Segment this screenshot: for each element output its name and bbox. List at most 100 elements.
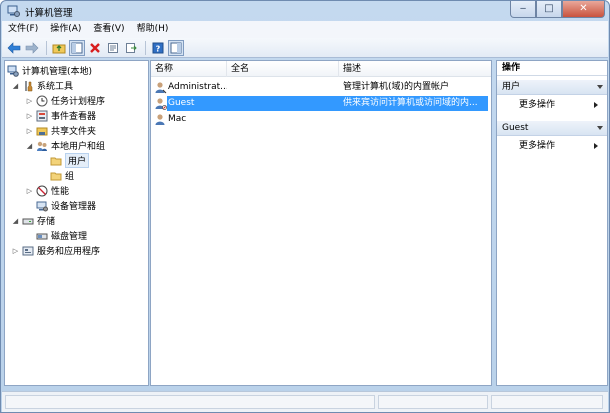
window-title: 计算机管理 [25, 8, 73, 19]
row-fullname [231, 80, 339, 95]
tree-label: 服务和应用程序 [37, 247, 101, 257]
tree-label: 系统工具 [37, 82, 74, 92]
action-label: 更多操作 [519, 141, 556, 151]
collapse-icon[interactable]: ◢ [11, 216, 20, 225]
tree-label: 磁盘管理 [51, 232, 88, 242]
menu-view[interactable]: 查看(V) [87, 21, 130, 38]
action-label: 更多操作 [519, 100, 556, 110]
tree-item-users[interactable]: 用户 [39, 153, 90, 168]
maximize-icon: □ [544, 3, 554, 14]
tree-label: 本地用户和组 [51, 142, 106, 152]
properties-button[interactable] [105, 40, 121, 56]
help-icon: ? [152, 42, 164, 53]
folder-icon [50, 170, 62, 182]
services-apps-icon [22, 245, 34, 257]
status-segment [491, 395, 603, 409]
forward-arrow-icon [25, 41, 39, 54]
toolbar-separator [145, 40, 146, 55]
expand-icon[interactable]: ▷ [25, 96, 34, 105]
forward-button[interactable] [24, 40, 40, 56]
table-row[interactable]: Administrat... 管理计算机(域)的内置帐户 [151, 80, 491, 95]
properties-icon [108, 42, 118, 53]
svg-text:?: ? [156, 44, 161, 53]
action-pane: 操作 用户 更多操作 Guest 更多操作 [496, 60, 608, 386]
tree-item-shared-folders[interactable]: ▷ 共享文件夹 [25, 123, 96, 138]
tree-item-task-scheduler[interactable]: ▷ 任务计划程序 [25, 93, 105, 108]
collapse-section-icon[interactable] [597, 126, 603, 133]
computer-management-icon [7, 65, 19, 77]
storage-icon [22, 215, 34, 227]
tree-label: 存储 [37, 217, 56, 227]
tree-label: 共享文件夹 [51, 127, 97, 137]
menu-action[interactable]: 操作(A) [44, 21, 87, 38]
submenu-arrow-icon [594, 102, 598, 108]
back-arrow-icon [7, 41, 21, 54]
tree-item-disk-management[interactable]: 磁盘管理 [25, 228, 87, 243]
minimize-icon: ‒ [519, 3, 527, 14]
minimize-button[interactable]: ‒ [510, 1, 536, 18]
status-segment [5, 395, 375, 409]
table-row[interactable]: Guest 供来宾访问计算机或访问域的内... [167, 96, 488, 111]
tree-item-device-manager[interactable]: 设备管理器 [25, 198, 96, 213]
help-button[interactable]: ? [150, 40, 166, 56]
expand-icon[interactable]: ▷ [25, 126, 34, 135]
menu-file[interactable]: 文件(F) [2, 21, 44, 38]
toolbar-separator [46, 40, 47, 55]
up-folder-icon [52, 44, 66, 53]
user-icon [154, 97, 167, 110]
user-icon [154, 113, 167, 126]
collapse-icon[interactable]: ◢ [11, 81, 20, 90]
collapse-section-icon[interactable] [597, 85, 603, 92]
menu-bar: 文件(F) 操作(A) 查看(V) 帮助(H) [2, 21, 608, 38]
submenu-arrow-icon [594, 143, 598, 149]
title-bar[interactable]: 计算机管理 ‒ □ ✕ [1, 1, 609, 21]
up-one-level-button[interactable] [51, 40, 67, 56]
action-pane-title: 操作 [497, 61, 607, 76]
column-header-name[interactable]: 名称 [151, 61, 227, 77]
tree-label: 计算机管理(本地) [22, 67, 93, 77]
show-hide-action-pane-button[interactable] [168, 39, 184, 56]
event-viewer-icon [36, 110, 48, 122]
tree-item-local-users-groups[interactable]: ◢ 本地用户和组 [25, 138, 105, 153]
tree-item-event-viewer[interactable]: ▷ 事件查看器 [25, 108, 96, 123]
table-row[interactable]: Mac [151, 112, 491, 127]
tree-item-performance[interactable]: ▷ 性能 [25, 183, 69, 198]
back-button[interactable] [6, 40, 22, 56]
delete-button[interactable] [87, 40, 103, 56]
toolbar: ? [2, 38, 608, 58]
row-fullname [231, 96, 339, 111]
tree-item-system-tools[interactable]: ◢ 系统工具 [11, 78, 73, 93]
users-group-icon [36, 140, 48, 152]
expand-icon[interactable]: ▷ [25, 186, 34, 195]
show-hide-console-tree-button[interactable] [69, 39, 85, 56]
tree-item-groups[interactable]: 组 [39, 168, 74, 183]
action-section-guest[interactable]: Guest [497, 121, 607, 136]
tree-label: 任务计划程序 [51, 97, 106, 107]
tree-item-storage[interactable]: ◢ 存储 [11, 213, 55, 228]
action-section-users[interactable]: 用户 [497, 80, 607, 95]
expand-icon[interactable]: ▷ [11, 246, 20, 255]
collapse-icon[interactable]: ◢ [25, 141, 34, 150]
console-tree[interactable]: 计算机管理(本地) ◢ 系统工具 ▷ 任务计划程序 ▷ 事件查看器 ▷ 共享文件… [4, 60, 149, 386]
clock-icon [36, 95, 48, 107]
expand-icon[interactable]: ▷ [25, 111, 34, 120]
column-header-description[interactable]: 描述 [339, 61, 491, 77]
user-icon [154, 81, 167, 94]
column-header-fullname[interactable]: 全名 [227, 61, 339, 77]
action-more-actions[interactable]: 更多操作 [519, 139, 604, 153]
row-fullname [231, 112, 339, 127]
row-name: Administrat... [168, 82, 227, 92]
shared-folder-icon [36, 125, 48, 137]
tree-label: 设备管理器 [51, 202, 97, 212]
row-description: 管理计算机(域)的内置帐户 [343, 82, 450, 92]
show-hide-tree-icon [71, 42, 83, 53]
tree-item-computer-management[interactable]: 计算机管理(本地) [7, 63, 92, 78]
close-button[interactable]: ✕ [562, 1, 605, 18]
tree-item-services-apps[interactable]: ▷ 服务和应用程序 [11, 243, 100, 258]
menu-help[interactable]: 帮助(H) [131, 21, 175, 38]
action-more-actions[interactable]: 更多操作 [519, 98, 604, 112]
user-list[interactable]: 名称 全名 描述 Administrat... 管理计算机(域)的内置帐户 Gu… [150, 60, 492, 386]
maximize-button[interactable]: □ [536, 1, 562, 18]
export-list-button[interactable] [123, 40, 139, 56]
performance-icon [36, 185, 48, 197]
